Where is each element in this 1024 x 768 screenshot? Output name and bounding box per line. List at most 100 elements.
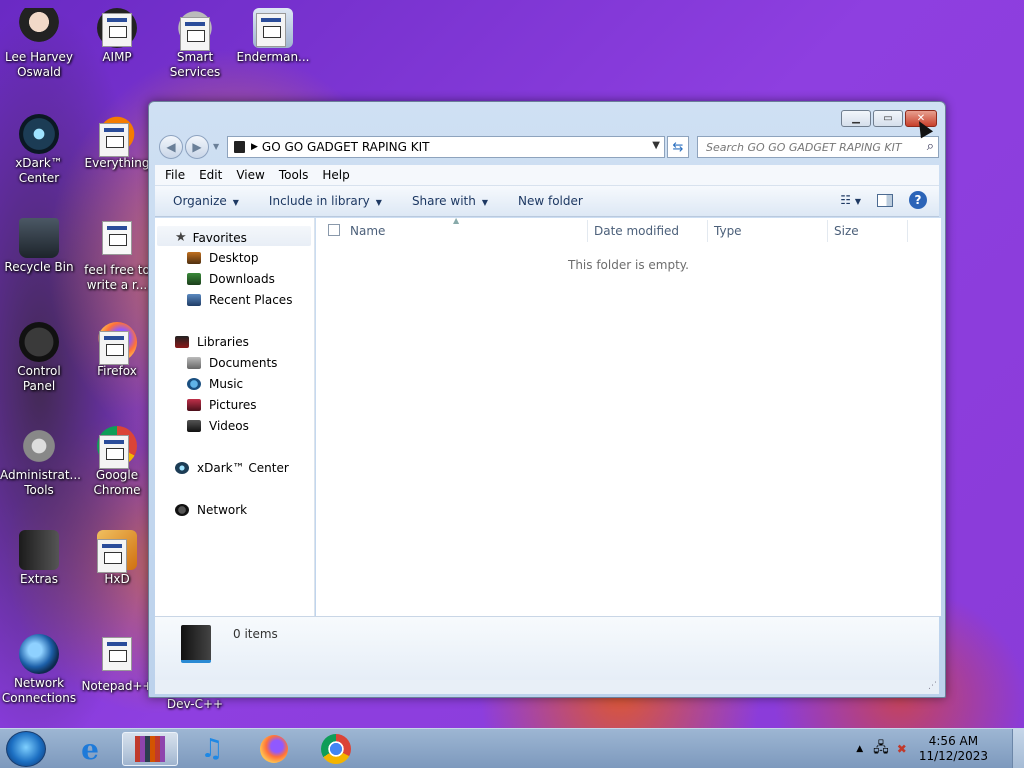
chrome-icon: [321, 734, 351, 764]
videos-icon: [187, 420, 201, 432]
desktop-icon-hxd[interactable]: HxD: [78, 530, 156, 587]
nav-favorites[interactable]: ★ Favorites: [175, 230, 247, 245]
taskbar-media-player[interactable]: ♫: [184, 732, 240, 766]
desktop-icon-label: Enderman...: [236, 50, 310, 64]
desktop-icon-smart-services[interactable]: Smart Services: [156, 8, 234, 80]
desktop-icon-network-connections[interactable]: Network Connections: [0, 634, 78, 706]
start-button[interactable]: [6, 731, 46, 767]
menu-view[interactable]: View: [236, 168, 264, 182]
nav-videos[interactable]: Videos: [187, 419, 249, 433]
forward-button[interactable]: ▶: [185, 135, 209, 159]
clock-time: 4:56 AM: [928, 734, 979, 748]
nav-recent-places[interactable]: Recent Places: [187, 293, 292, 307]
minimize-button[interactable]: ▁: [841, 110, 871, 127]
desktop-icon-dev-cpp[interactable]: Dev-C++: [156, 697, 234, 712]
column-header-name[interactable]: Name: [350, 224, 385, 238]
desktop-icon-label: Extras: [20, 572, 58, 586]
volume-muted-icon[interactable]: ✖: [897, 742, 907, 756]
column-divider[interactable]: [907, 220, 908, 242]
taskbar-windows-explorer[interactable]: [122, 732, 178, 766]
desktop-icon-enderman[interactable]: Enderman...: [234, 8, 312, 65]
address-bar[interactable]: ▶ GO GO GADGET RAPING KIT ▼: [227, 136, 665, 158]
column-divider[interactable]: [587, 220, 588, 242]
desktop-icon-administrative-tools[interactable]: Administrat... Tools: [0, 426, 81, 498]
control-panel-icon: [19, 322, 59, 362]
xdark-icon: [19, 114, 59, 154]
network-globe-icon: [19, 634, 59, 674]
taskbar-google-chrome[interactable]: [308, 732, 364, 766]
desktop-icon-extras[interactable]: Extras: [0, 530, 78, 587]
breadcrumb-current-folder[interactable]: GO GO GADGET RAPING KIT: [262, 140, 430, 154]
nav-documents[interactable]: Documents: [187, 356, 277, 370]
nav-libraries[interactable]: Libraries: [175, 335, 249, 349]
taskbar-internet-explorer[interactable]: e: [62, 732, 118, 766]
desktop-icon-everything[interactable]: Everything: [78, 114, 156, 171]
include-in-library-button[interactable]: Include in library ▼: [269, 194, 382, 208]
taskbar-firefox[interactable]: [246, 732, 302, 766]
libraries-icon: [175, 336, 189, 348]
network-icon: [175, 504, 189, 516]
column-header-size[interactable]: Size: [834, 224, 859, 238]
file-list[interactable]: ▲ Name Date modified Type Size This fold…: [316, 216, 941, 616]
desktop-icon-control-panel[interactable]: Control Panel: [0, 322, 78, 394]
menu-tools[interactable]: Tools: [279, 168, 309, 182]
desktop-icon-google-chrome[interactable]: Google Chrome: [78, 426, 156, 498]
refresh-button[interactable]: ⇆: [667, 136, 689, 158]
gears-icon: [19, 426, 59, 466]
desktop-icon-label: Smart Services: [169, 50, 221, 79]
desktop-icon-recycle-bin[interactable]: Recycle Bin: [0, 218, 78, 275]
desktop-icon-label: feel free to write a r...: [84, 263, 150, 292]
chrome-icon: [97, 426, 137, 469]
search-icon[interactable]: ⌕: [927, 139, 934, 154]
desktop-icon-text-file[interactable]: feel free to write a r...: [78, 218, 156, 293]
breadcrumb-chevron-icon[interactable]: ▶: [251, 142, 258, 152]
nav-pictures[interactable]: Pictures: [187, 398, 257, 412]
folder-icon: [19, 530, 59, 570]
menu-file[interactable]: File: [165, 168, 185, 182]
nav-network[interactable]: Network: [175, 503, 247, 517]
desktop-icon-firefox[interactable]: Firefox: [78, 322, 156, 379]
menu-help[interactable]: Help: [322, 168, 349, 182]
desktop-icon-xdark-center[interactable]: xDark™ Center: [0, 114, 78, 186]
music-note-icon: ♫: [200, 734, 224, 764]
nav-music[interactable]: Music: [187, 377, 243, 391]
column-header-type[interactable]: Type: [714, 224, 742, 238]
help-icon[interactable]: ?: [909, 191, 927, 209]
desktop-icon-notepad-plus-plus[interactable]: Notepad++: [78, 634, 156, 694]
menu-edit[interactable]: Edit: [199, 168, 222, 182]
back-button[interactable]: ◀: [159, 135, 183, 159]
column-divider[interactable]: [827, 220, 828, 242]
desktop-icon-lee-harvey-oswald[interactable]: Lee Harvey Oswald: [0, 8, 78, 80]
nav-xdark-center[interactable]: xDark™ Center: [175, 461, 289, 475]
nav-downloads[interactable]: Downloads: [187, 272, 275, 286]
column-header-date-modified[interactable]: Date modified: [594, 224, 679, 238]
desktop-icon-label: AIMP: [102, 50, 132, 64]
change-view-button[interactable]: ☷ ▼: [840, 193, 861, 207]
column-divider[interactable]: [707, 220, 708, 242]
address-dropdown-icon[interactable]: ▼: [652, 140, 660, 151]
nav-desktop[interactable]: Desktop: [187, 251, 259, 265]
clock[interactable]: 4:56 AM 11/12/2023: [919, 734, 988, 764]
internet-explorer-icon: e: [81, 732, 99, 766]
show-hidden-icons-button[interactable]: ▲: [856, 744, 863, 754]
desktop-icon-label: Firefox: [97, 364, 137, 378]
folder-thumbnail-icon: [181, 625, 211, 663]
desktop-icon: [187, 252, 201, 264]
show-desktop-button[interactable]: [1012, 729, 1024, 768]
new-folder-button[interactable]: New folder: [518, 194, 583, 208]
recent-pages-dropdown[interactable]: ▼: [213, 142, 219, 151]
search-input[interactable]: Search GO GO GADGET RAPING KIT ⌕: [697, 136, 939, 158]
preview-pane-button[interactable]: [877, 193, 893, 207]
chevron-down-icon: ▼: [481, 198, 488, 207]
share-with-button[interactable]: Share with ▼: [412, 194, 488, 208]
desktop-icon-label: xDark™ Center: [15, 156, 63, 185]
organize-button[interactable]: Organize ▼: [173, 194, 239, 208]
maximize-button[interactable]: ▭: [873, 110, 903, 127]
desktop-icon-aimp[interactable]: AIMP: [78, 8, 156, 65]
documents-icon: [187, 357, 201, 369]
network-status-icon[interactable]: 🖧: [873, 737, 889, 761]
empty-folder-message: This folder is empty.: [568, 258, 689, 272]
select-all-checkbox[interactable]: [328, 224, 340, 236]
resize-grip-icon[interactable]: ⋰: [928, 681, 937, 691]
aimp-icon: [97, 8, 137, 48]
